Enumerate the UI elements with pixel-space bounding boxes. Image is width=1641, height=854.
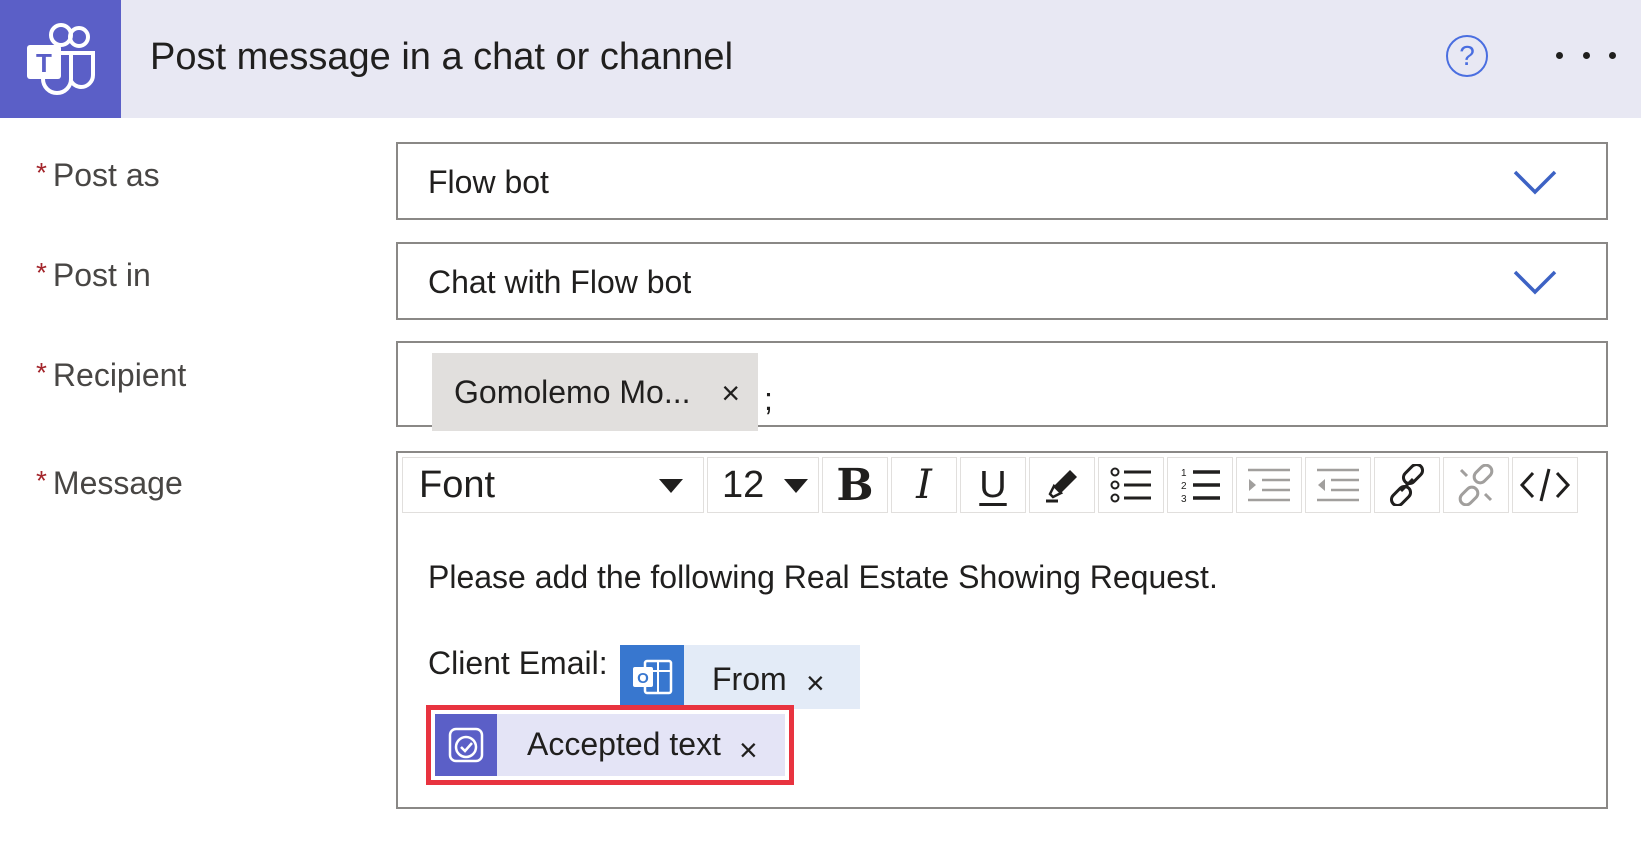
post-in-label: * Post in [36,257,151,294]
svg-text:1: 1 [1181,468,1187,479]
post-as-value: Flow bot [428,164,549,200]
underline-button[interactable]: U [960,457,1026,513]
message-editor[interactable]: Font 12 B I U 1 2 3 Please add the follo… [396,451,1608,809]
required-marker: * [36,357,47,388]
teams-icon: T [0,0,121,118]
client-email-label: Client Email: [428,645,608,681]
dynamic-token-accepted-text[interactable]: Accepted text × [435,714,785,776]
post-as-label-text: Post as [52,157,160,193]
link-icon[interactable] [1374,457,1440,513]
dynamic-token-from[interactable]: O From × [620,645,860,709]
required-marker: * [36,465,47,496]
formatting-toolbar: Font 12 B I U 1 2 3 [402,457,1602,525]
post-as-label: * Post as [36,157,160,194]
highlight-box: Accepted text × [426,705,794,785]
caret-down-icon [659,479,683,493]
svg-text:2: 2 [1181,481,1187,492]
chevron-down-icon[interactable] [1512,166,1558,196]
italic-button[interactable]: I [891,457,957,513]
outlook-icon: O [620,645,684,709]
recipient-token-label: Gomolemo Mo... [454,373,691,410]
recipient-label: * Recipient [36,357,186,394]
post-in-dropdown[interactable]: Chat with Flow bot [396,242,1608,320]
code-view-icon[interactable] [1512,457,1578,513]
approvals-icon [435,714,497,776]
message-text-line: Please add the following Real Estate Sho… [428,559,1218,595]
remove-token-icon[interactable]: × [806,665,825,702]
bold-button[interactable]: B [822,457,888,513]
recipient-input[interactable]: Gomolemo Mo... × ; [396,341,1608,431]
post-in-label-text: Post in [52,257,151,293]
svg-text:O: O [637,670,649,687]
message-label: * Message [36,465,183,502]
svg-text:T: T [36,48,52,78]
recipient-separator: ; [764,381,773,417]
numbered-list-icon[interactable]: 1 2 3 [1167,457,1233,513]
increase-indent-icon[interactable] [1236,457,1302,513]
message-label-text: Message [52,465,183,501]
highlight-pen-icon[interactable] [1029,457,1095,513]
action-title: Post message in a chat or channel [150,36,734,78]
caret-down-icon [784,479,808,493]
decrease-indent-icon[interactable] [1305,457,1371,513]
font-select[interactable]: Font [402,457,704,513]
font-size-select[interactable]: 12 [707,457,819,513]
more-options-icon[interactable] [1552,40,1620,70]
font-size-label: 12 [722,463,765,506]
unlink-icon[interactable] [1443,457,1509,513]
post-in-value: Chat with Flow bot [428,264,692,300]
remove-token-icon[interactable]: × [721,375,740,412]
remove-token-icon[interactable]: × [739,732,758,769]
dynamic-token-label: From [712,661,787,697]
recipient-label-text: Recipient [52,357,187,393]
chevron-down-icon[interactable] [1512,266,1558,296]
required-marker: * [36,157,47,188]
font-select-label: Font [419,463,496,506]
help-icon[interactable]: ? [1446,35,1488,77]
action-header: T Post message in a chat or channel ? [0,0,1641,118]
bullet-list-icon[interactable] [1098,457,1164,513]
post-as-dropdown[interactable]: Flow bot [396,142,1608,220]
dynamic-token-label: Accepted text [527,726,721,762]
recipient-token[interactable]: Gomolemo Mo... × [432,353,758,431]
svg-text:3: 3 [1181,494,1187,505]
required-marker: * [36,257,47,288]
